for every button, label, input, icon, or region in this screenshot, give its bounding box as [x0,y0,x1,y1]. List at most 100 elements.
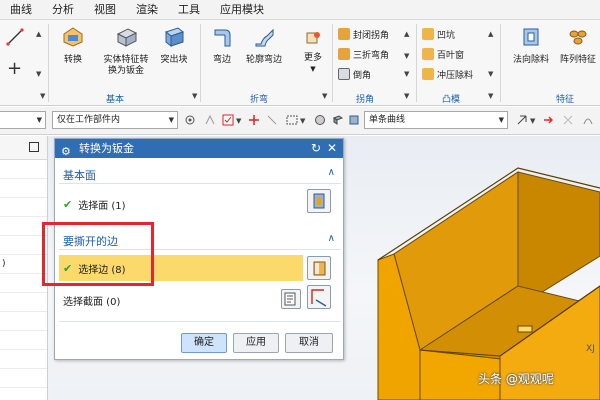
add-icon[interactable] [248,114,260,126]
navigator-row[interactable]: ) [0,255,47,274]
ok-button[interactable]: 确定 [181,333,227,353]
menu-analysis[interactable]: 分析 [42,0,84,20]
solid-to-sheet-button[interactable]: 实体特征转 换为钣金 [98,26,154,77]
edge-selector-button[interactable] [307,256,331,280]
convex-group-dropdown-icon[interactable]: ▼ [488,92,493,100]
reset-icon[interactable]: ↻ [311,139,321,158]
drawn-cutout-button[interactable]: 冲压除料 [422,66,473,82]
closed-corner-button[interactable]: 封闭拐角 [338,26,389,42]
chamfer-button[interactable]: 倒角 [338,66,371,82]
menu-curve[interactable]: 曲线 [0,0,42,20]
normal-cutout-button[interactable]: 法向除料 [508,26,554,66]
louver-button[interactable]: 百叶窗 [422,46,464,62]
rectangle-select-icon[interactable] [286,114,298,126]
line-tool-icon[interactable] [6,28,24,49]
face-selector-button[interactable] [307,189,331,213]
navigator-row[interactable] [0,236,47,255]
navigator-row[interactable] [0,217,47,236]
gear-icon[interactable] [314,114,326,126]
solid-body-icon[interactable] [348,114,360,126]
type-filter-combo[interactable]: ▼ [0,111,46,129]
convex-scroll-up-icon[interactable]: ▲ [488,30,493,38]
curve-section-button[interactable] [307,285,331,309]
curve-rule-combo[interactable]: 单条曲线 ▼ [364,111,508,129]
select-face-row[interactable]: ✔ 选择面 (1) [63,197,126,212]
array-feature-button[interactable]: 阵列特征 [556,26,600,66]
dimple-button[interactable]: 凹坑 [422,26,455,42]
navigator-row[interactable] [0,350,47,369]
scroll-down-icon[interactable]: ▼ [36,70,41,78]
bend-button[interactable]: 弯边 [206,26,238,66]
dialog-gear-icon[interactable]: ⚙ [61,142,71,161]
corner-scroll-mid-icon[interactable]: ▼ [404,52,409,60]
watermark: 头条 @观观呢 [478,372,554,386]
navigator-row[interactable] [0,312,47,331]
remove-icon[interactable] [266,114,278,126]
corner-group-dropdown-icon[interactable]: ▼ [404,92,409,100]
convex-scroll-down-icon[interactable]: ▼ [488,70,493,78]
tab-feature-button[interactable]: 突出块 [158,26,190,66]
part-navigator: ) [0,136,48,400]
menu-view[interactable]: 视图 [84,0,126,20]
bend-group-dropdown-icon[interactable]: ▼ [322,92,327,100]
three-bend-corner-label: 三折弯角 [353,50,390,61]
apply-button[interactable]: 应用 [233,333,279,353]
solid-to-sheet-line2: 换为钣金 [107,66,144,76]
curve-section-icon [311,289,327,307]
three-bend-corner-button[interactable]: 三折弯角 [338,46,389,62]
snap-icon[interactable] [204,114,216,126]
close-icon[interactable]: ✕ [327,139,337,158]
scroll-up-icon[interactable]: ▲ [36,30,41,38]
corner-scroll-down-icon[interactable]: ▼ [404,70,409,78]
navigator-row[interactable] [0,179,47,198]
select-mode-dropdown-icon[interactable]: ▼ [300,117,305,125]
solid-to-sheet-line1: 实体特征转 [103,55,149,65]
snap-point-icon[interactable] [516,114,528,126]
body-filter-icon[interactable] [332,114,344,126]
intersection-icon[interactable] [562,114,574,126]
scope-filter-combo[interactable]: 仅在工作部件内 ▼ [52,111,178,129]
closed-corner-label: 封闭拐角 [353,30,390,41]
menu-tools[interactable]: 工具 [168,0,210,20]
basic-section-collapse-icon[interactable]: ∧ [328,167,335,178]
settings-icon[interactable] [184,114,196,126]
navigator-row[interactable] [0,274,47,293]
select-section-row[interactable]: 选择截面 (0) [63,293,120,308]
rip-section-collapse-icon[interactable]: ∧ [328,233,335,244]
navigator-row[interactable] [0,198,47,217]
contour-bend-button[interactable]: 轮廓弯边 [242,26,286,66]
maximize-icon[interactable] [29,142,39,152]
callout-highlight-box [42,222,154,286]
three-bend-corner-icon [338,48,350,60]
arrow-right-icon[interactable] [542,114,554,126]
louver-label: 百叶窗 [437,50,465,61]
selection-toolbar: ▼ 仅在工作部件内 ▼ ▼ ▼ 单条曲线 ▼ ▼ [0,107,600,135]
cancel-button[interactable]: 取消 [285,333,333,353]
select-all-dropdown-icon[interactable]: ▼ [236,117,241,125]
sketch-section-button[interactable] [281,289,301,309]
corner-scroll-up-icon[interactable]: ▲ [404,30,409,38]
menu-application[interactable]: 应用模块 [210,0,274,20]
dimple-icon [422,28,434,40]
navigator-row[interactable] [0,293,47,312]
scope-filter-value: 仅在工作部件内 [57,115,121,125]
dialog-title: 转换为钣金 [79,142,134,155]
normal-cutout-icon [523,28,539,46]
curve-snap-icon[interactable] [582,114,594,126]
navigator-row[interactable] [0,160,47,179]
menu-render[interactable]: 渲染 [126,0,168,20]
array-feature-label: 阵列特征 [559,55,596,65]
navigator-row[interactable] [0,331,47,350]
point-tool-icon[interactable]: + [7,58,22,79]
navigator-row[interactable] [0,369,47,388]
basic-group-dropdown-icon[interactable]: ▼ [192,92,197,100]
group-dropdown-icon[interactable]: ▼ [40,92,45,100]
convert-icon [63,27,83,47]
convert-button[interactable]: 转换 [56,26,90,66]
select-all-icon[interactable] [222,114,234,126]
more-button[interactable]: 更多 ▼ [298,30,328,75]
select-face-label: 选择面 (1) [78,201,126,212]
more-label: 更多 [303,53,322,63]
basic-face-section-header[interactable]: 基本面 [63,167,96,183]
snap-dropdown-icon[interactable]: ▼ [530,117,535,125]
